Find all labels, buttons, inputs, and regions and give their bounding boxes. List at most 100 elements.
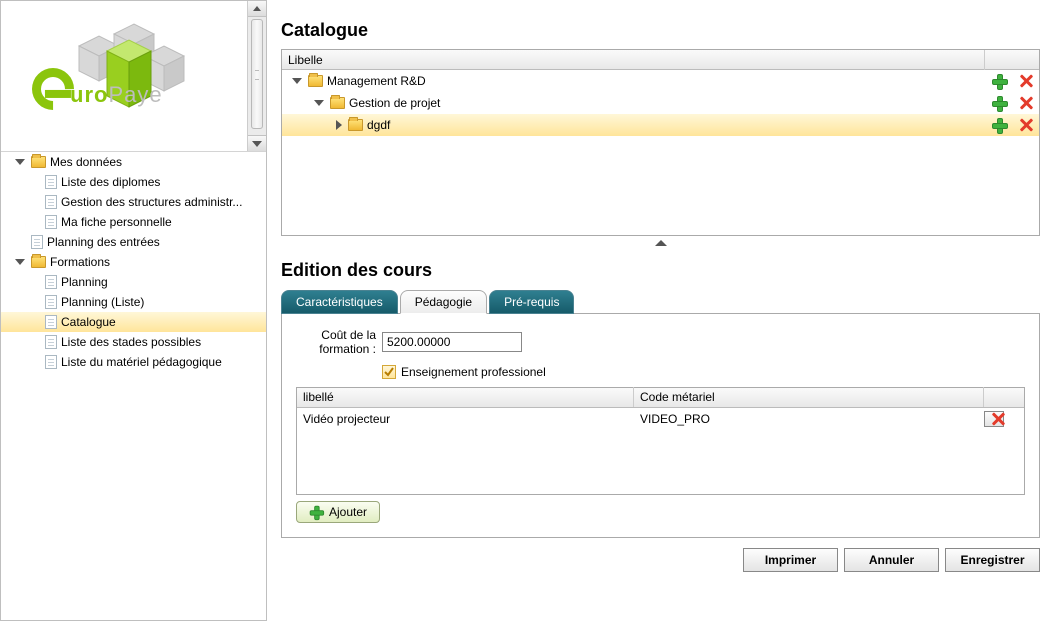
folder-icon [31, 156, 46, 168]
chevron-right-icon [336, 120, 342, 130]
row-add-button[interactable] [985, 96, 1012, 110]
brand-name: uroPaye [70, 82, 163, 108]
print-button[interactable]: Imprimer [743, 548, 838, 572]
row-delete-button[interactable] [1012, 96, 1039, 110]
row-add-button[interactable] [985, 118, 1012, 132]
plus-icon [992, 74, 1006, 88]
sidebar-item-label: Planning (Liste) [61, 295, 144, 309]
folder-icon [348, 119, 363, 131]
page-icon [45, 275, 57, 289]
folder-icon [308, 75, 323, 87]
sidebar: uroPaye Mes données Liste des diplomes Ges… [0, 0, 267, 621]
save-button[interactable]: Enregistrer [945, 548, 1040, 572]
materials-col-code[interactable]: Code métariel [634, 387, 984, 407]
delete-icon [1019, 74, 1033, 88]
page-icon [31, 235, 43, 249]
row-delete-button[interactable] [1012, 118, 1039, 132]
sidebar-item-6[interactable]: Planning [1, 272, 266, 292]
brand-logo: uroPaye [1, 1, 247, 151]
resizer-grip-icon [655, 240, 667, 246]
folder-icon [330, 97, 345, 109]
scroll-down-icon[interactable] [248, 135, 266, 151]
sidebar-item-label: Liste des stades possibles [61, 335, 201, 349]
pro-checkbox[interactable]: Enseignement professionel [382, 365, 546, 379]
sidebar-item-7[interactable]: Planning (Liste) [1, 292, 266, 312]
row-delete-button[interactable] [1012, 74, 1039, 88]
sidebar-item-4[interactable]: Planning des entrées [1, 232, 266, 252]
chevron-down-icon [15, 259, 25, 265]
tab-panel-pedagogie: Coût de la formation : Enseignement prof… [281, 313, 1040, 538]
sidebar-item-5[interactable]: Formations [1, 252, 266, 272]
materials-grid: libellé Code métariel Vidéo projecteurVI… [296, 387, 1025, 495]
page-icon [45, 195, 57, 209]
chevron-down-icon [314, 100, 324, 106]
page-icon [45, 175, 57, 189]
sidebar-item-label: Liste des diplomes [61, 175, 160, 189]
page-icon [45, 215, 57, 229]
sidebar-item-label: Ma fiche personnelle [61, 215, 172, 229]
add-material-button[interactable]: Ajouter [296, 501, 380, 523]
scroll-up-icon[interactable] [248, 1, 266, 17]
page-icon [45, 335, 57, 349]
tab-pedagogie[interactable]: Pédagogie [400, 290, 487, 314]
material-row-0[interactable]: Vidéo projecteurVIDEO_PRO [297, 408, 1024, 430]
sidebar-item-label: Formations [50, 255, 110, 269]
catalog-row-0[interactable]: Management R&D [282, 70, 1039, 92]
sidebar-item-8[interactable]: Catalogue [1, 312, 266, 332]
sidebar-item-9[interactable]: Liste des stades possibles [1, 332, 266, 352]
catalog-header: Libelle [282, 50, 1039, 70]
delete-icon [1019, 118, 1033, 132]
footer-buttons: Imprimer Annuler Enregistrer [281, 548, 1040, 572]
sidebar-scrollbar[interactable] [247, 1, 266, 151]
material-delete-button[interactable] [984, 411, 1004, 427]
main-panel: Catalogue Libelle Management R&D Gestion … [267, 0, 1052, 621]
delete-icon [1019, 96, 1033, 110]
sidebar-item-10[interactable]: Liste du matériel pédagogique [1, 352, 266, 372]
material-code: VIDEO_PRO [634, 412, 984, 426]
catalog-row-label: Gestion de projet [349, 96, 440, 110]
tab-prerequis[interactable]: Pré-requis [489, 290, 574, 314]
catalog-row-label: Management R&D [327, 74, 426, 88]
materials-col-libelle[interactable]: libellé [297, 387, 634, 407]
editor-heading: Edition des cours [281, 260, 1040, 281]
sidebar-item-1[interactable]: Liste des diplomes [1, 172, 266, 192]
chevron-down-icon [15, 159, 25, 165]
sidebar-item-label: Gestion des structures administr... [61, 195, 242, 209]
chevron-down-icon [292, 78, 302, 84]
catalog-heading: Catalogue [281, 20, 1040, 41]
sidebar-item-0[interactable]: Mes données [1, 152, 266, 172]
catalog-row-label: dgdf [367, 118, 390, 132]
page-icon [45, 315, 57, 329]
sidebar-nav: Mes données Liste des diplomes Gestion des… [1, 151, 266, 372]
page-icon [45, 295, 57, 309]
sidebar-item-label: Planning des entrées [47, 235, 160, 249]
pro-checkbox-label: Enseignement professionel [401, 365, 546, 379]
catalog-grid: Libelle Management R&D Gestion de projet d… [281, 49, 1040, 236]
sidebar-item-2[interactable]: Gestion des structures administr... [1, 192, 266, 212]
sidebar-item-label: Planning [61, 275, 108, 289]
folder-icon [31, 256, 46, 268]
cost-input[interactable] [382, 332, 522, 352]
tab-bar: Caractéristiques Pédagogie Pré-requis [281, 290, 1040, 314]
plus-icon [992, 118, 1006, 132]
material-libelle: Vidéo projecteur [297, 412, 634, 426]
row-add-button[interactable] [985, 74, 1012, 88]
tab-caracteristiques[interactable]: Caractéristiques [281, 290, 398, 314]
add-material-label: Ajouter [329, 505, 367, 519]
sidebar-item-3[interactable]: Ma fiche personnelle [1, 212, 266, 232]
sidebar-item-label: Mes données [50, 155, 122, 169]
cost-label: Coût de la formation : [296, 328, 376, 357]
page-icon [45, 355, 57, 369]
catalog-row-1[interactable]: Gestion de projet [282, 92, 1039, 114]
scroll-thumb[interactable] [251, 19, 263, 129]
plus-icon [992, 96, 1006, 110]
cancel-button[interactable]: Annuler [844, 548, 939, 572]
col-libelle-header[interactable]: Libelle [282, 50, 985, 70]
sidebar-item-label: Liste du matériel pédagogique [61, 355, 222, 369]
horizontal-resizer[interactable] [281, 236, 1040, 250]
delete-icon [991, 412, 997, 426]
catalog-row-2[interactable]: dgdf [282, 114, 1039, 136]
checkbox-icon [382, 365, 396, 379]
plus-icon [310, 505, 323, 518]
sidebar-item-label: Catalogue [61, 315, 116, 329]
